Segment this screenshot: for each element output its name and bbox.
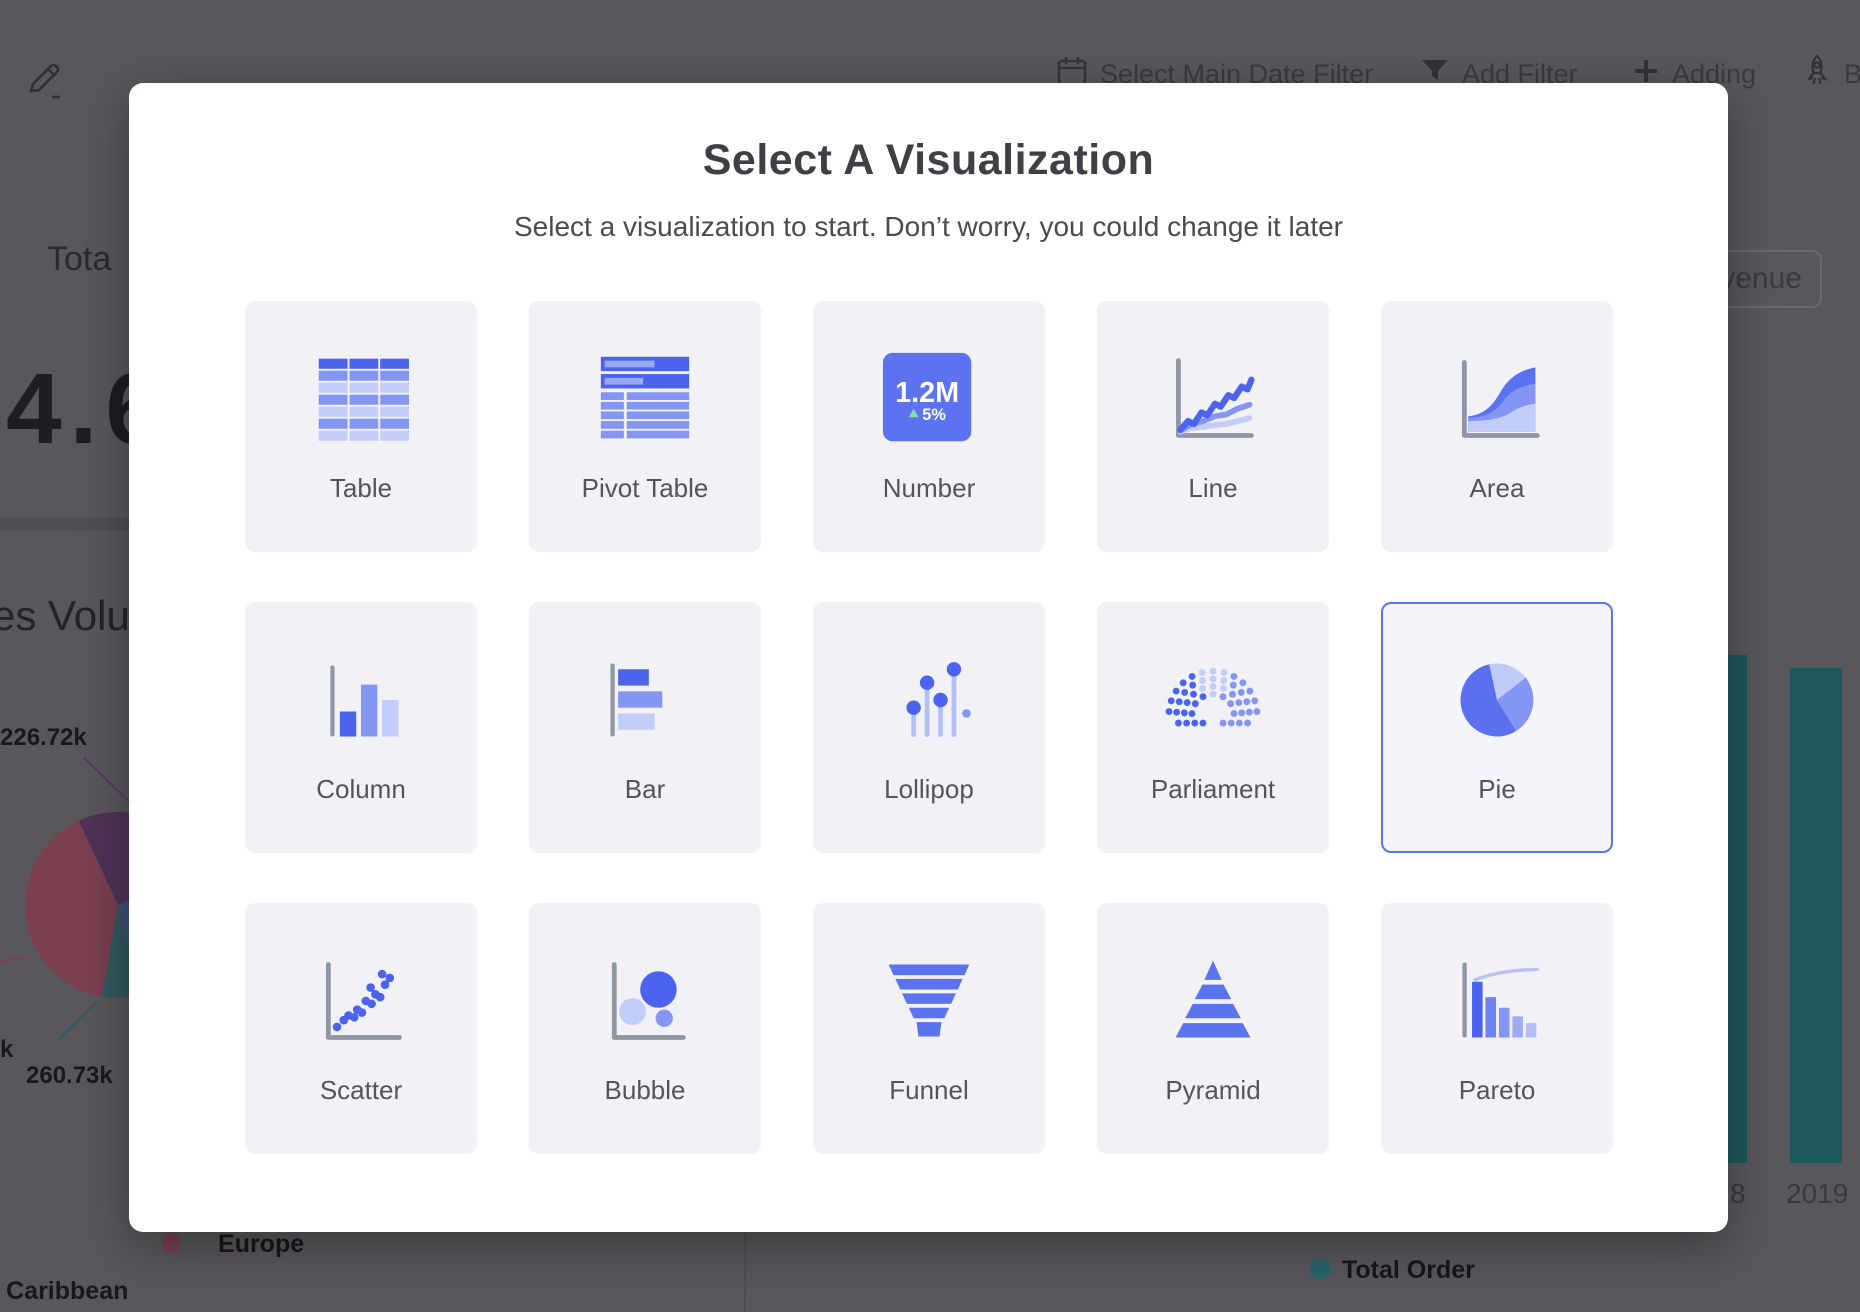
line-chart-icon: [1165, 351, 1261, 447]
visualization-grid: Table Pivot Table 1.2M 5% Number Line Ar…: [245, 301, 1613, 1154]
pyramid-chart-icon: [1165, 953, 1261, 1049]
tile-column[interactable]: Column: [245, 602, 477, 853]
bar-chart-icon: [597, 652, 693, 748]
kpi-title-clipped: Tota: [47, 240, 111, 279]
tile-label: Parliament: [1151, 774, 1275, 805]
modal-subtitle: Select a visualization to start. Don’t w…: [129, 211, 1728, 243]
toolbar-item-boost[interactable]: B: [1802, 52, 1860, 96]
bar-2019: [1790, 668, 1842, 1163]
tile-label: Lollipop: [884, 774, 974, 805]
toolbar-label: B: [1844, 59, 1860, 90]
tile-bubble[interactable]: Bubble: [529, 903, 761, 1154]
rocket-icon: [1802, 54, 1832, 95]
tile-line[interactable]: Line: [1097, 301, 1329, 552]
revenue-button-label: venue: [1720, 262, 1802, 296]
bubble-chart-icon: [597, 953, 693, 1049]
x-label-2018-clipped: 8: [1730, 1178, 1746, 1210]
pie-leader-line: [0, 956, 28, 962]
tile-area[interactable]: Area: [1381, 301, 1613, 552]
tile-label: Pivot Table: [582, 473, 709, 504]
column-chart-icon: [313, 652, 409, 748]
tile-label: Line: [1188, 473, 1237, 504]
pencil-icon[interactable]: [26, 60, 64, 105]
legend-caribbean-clipped: ne Caribbean: [0, 1277, 128, 1306]
tile-label: Column: [316, 774, 406, 805]
legend-dot-total-order: [1310, 1258, 1331, 1279]
card-gap-band: [0, 518, 129, 531]
visualization-modal: Select A Visualization Select a visualiz…: [129, 83, 1728, 1232]
tile-label: Pie: [1478, 774, 1516, 805]
parliament-chart-icon: [1165, 652, 1261, 748]
pie-label-2: 260.73k: [26, 1062, 113, 1090]
tile-label: Table: [330, 473, 392, 504]
pie-label-0: 226.72k: [0, 724, 87, 752]
tile-label: Scatter: [320, 1075, 402, 1106]
legend-dot-europe: [162, 1234, 181, 1253]
pie-leader-line: [57, 1001, 98, 1041]
screen: Select Main Date Filter Add Filter Addin…: [0, 0, 1860, 1312]
legend-total-order: Total Order: [1342, 1256, 1475, 1285]
legend-europe: Europe: [218, 1230, 304, 1259]
lollipop-chart-icon: [881, 652, 977, 748]
tile-label: Pareto: [1459, 1075, 1536, 1106]
panel-divider: [744, 1232, 746, 1312]
pareto-chart-icon: [1449, 953, 1545, 1049]
pivot-chart-icon: [597, 351, 693, 447]
tile-pareto[interactable]: Pareto: [1381, 903, 1613, 1154]
tile-label: Number: [883, 473, 975, 504]
number-chart-icon: 1.2M 5%: [881, 351, 977, 447]
pie-chart-icon: [1449, 652, 1545, 748]
tile-lollipop[interactable]: Lollipop: [813, 602, 1045, 853]
tile-label: Funnel: [889, 1075, 969, 1106]
number-kpi-delta: 5%: [922, 406, 946, 424]
funnel-chart-icon: [881, 953, 977, 1049]
tile-pie[interactable]: Pie: [1381, 602, 1613, 853]
tile-label: Area: [1470, 473, 1525, 504]
pie-card-title-clipped: es Volu: [0, 592, 130, 640]
x-label-2019: 2019: [1786, 1178, 1848, 1210]
tile-funnel[interactable]: Funnel: [813, 903, 1045, 1154]
area-chart-icon: [1449, 351, 1545, 447]
tile-bar[interactable]: Bar: [529, 602, 761, 853]
tile-parliament[interactable]: Parliament: [1097, 602, 1329, 853]
tile-number[interactable]: 1.2M 5% Number: [813, 301, 1045, 552]
tile-label: Pyramid: [1165, 1075, 1260, 1106]
number-kpi-value: 1.2M: [895, 377, 959, 409]
table-chart-icon: [313, 351, 409, 447]
scatter-chart-icon: [313, 953, 409, 1049]
tile-label: Bubble: [605, 1075, 686, 1106]
tile-pivot[interactable]: Pivot Table: [529, 301, 761, 552]
tile-pyramid[interactable]: Pyramid: [1097, 903, 1329, 1154]
modal-title: Select A Visualization: [129, 136, 1728, 185]
pie-label-1: k: [0, 1036, 13, 1064]
tile-table[interactable]: Table: [245, 301, 477, 552]
tile-label: Bar: [625, 774, 665, 805]
tile-scatter[interactable]: Scatter: [245, 903, 477, 1154]
